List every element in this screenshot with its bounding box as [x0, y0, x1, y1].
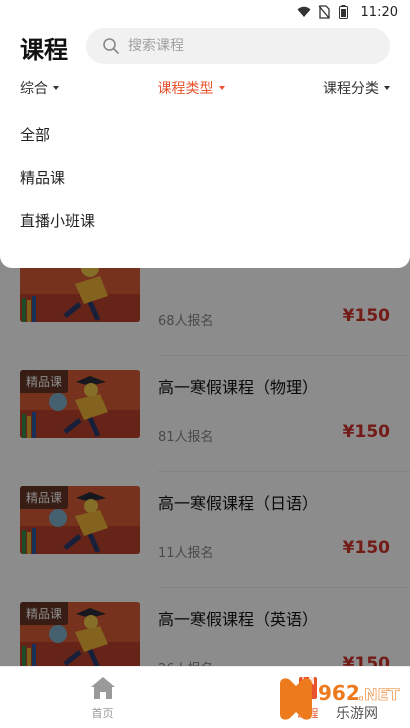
dropdown-option-premium[interactable]: 精品课	[0, 157, 410, 200]
nav-label: 首页	[91, 706, 114, 720]
dropdown-option-live-small-class[interactable]: 直播小班课	[0, 200, 410, 243]
no-sim-icon	[317, 5, 331, 19]
nav-home[interactable]: 首页	[0, 667, 205, 728]
course-type-dropdown: 全部 精品课 直播小班课	[0, 108, 410, 268]
filter-label: 课程类型	[157, 81, 214, 97]
filter-course-type[interactable]: 课程类型	[158, 78, 225, 98]
filter-label: 综合	[20, 81, 48, 97]
filter-bar: 综合 课程类型 课程分类	[0, 68, 410, 108]
svg-text:乐游网: 乐游网	[336, 706, 378, 722]
dropdown-option-all[interactable]: 全部	[0, 114, 410, 157]
filter-comprehensive[interactable]: 综合	[20, 78, 59, 98]
caret-down-icon	[384, 86, 390, 90]
search-input[interactable]	[128, 38, 348, 54]
svg-text:962: 962	[318, 681, 360, 705]
home-icon	[90, 676, 115, 699]
page-title: 课程	[20, 36, 68, 64]
filter-label: 课程分类	[323, 81, 379, 97]
caret-down-icon	[218, 86, 225, 90]
caret-down-icon	[53, 86, 59, 90]
status-bar: 11:20	[0, 0, 410, 24]
battery-icon	[337, 5, 351, 19]
svg-text:.NET: .NET	[358, 685, 399, 704]
site-watermark: 962 .NET 乐游网	[274, 676, 404, 724]
search-bar[interactable]	[86, 28, 390, 64]
wifi-icon	[297, 5, 311, 19]
filter-course-category[interactable]: 课程分类	[323, 78, 390, 98]
watermark-logo: 962 .NET 乐游网	[280, 678, 400, 722]
status-time: 11:20	[360, 4, 398, 20]
search-icon	[103, 38, 119, 54]
header: 课程	[0, 24, 410, 68]
